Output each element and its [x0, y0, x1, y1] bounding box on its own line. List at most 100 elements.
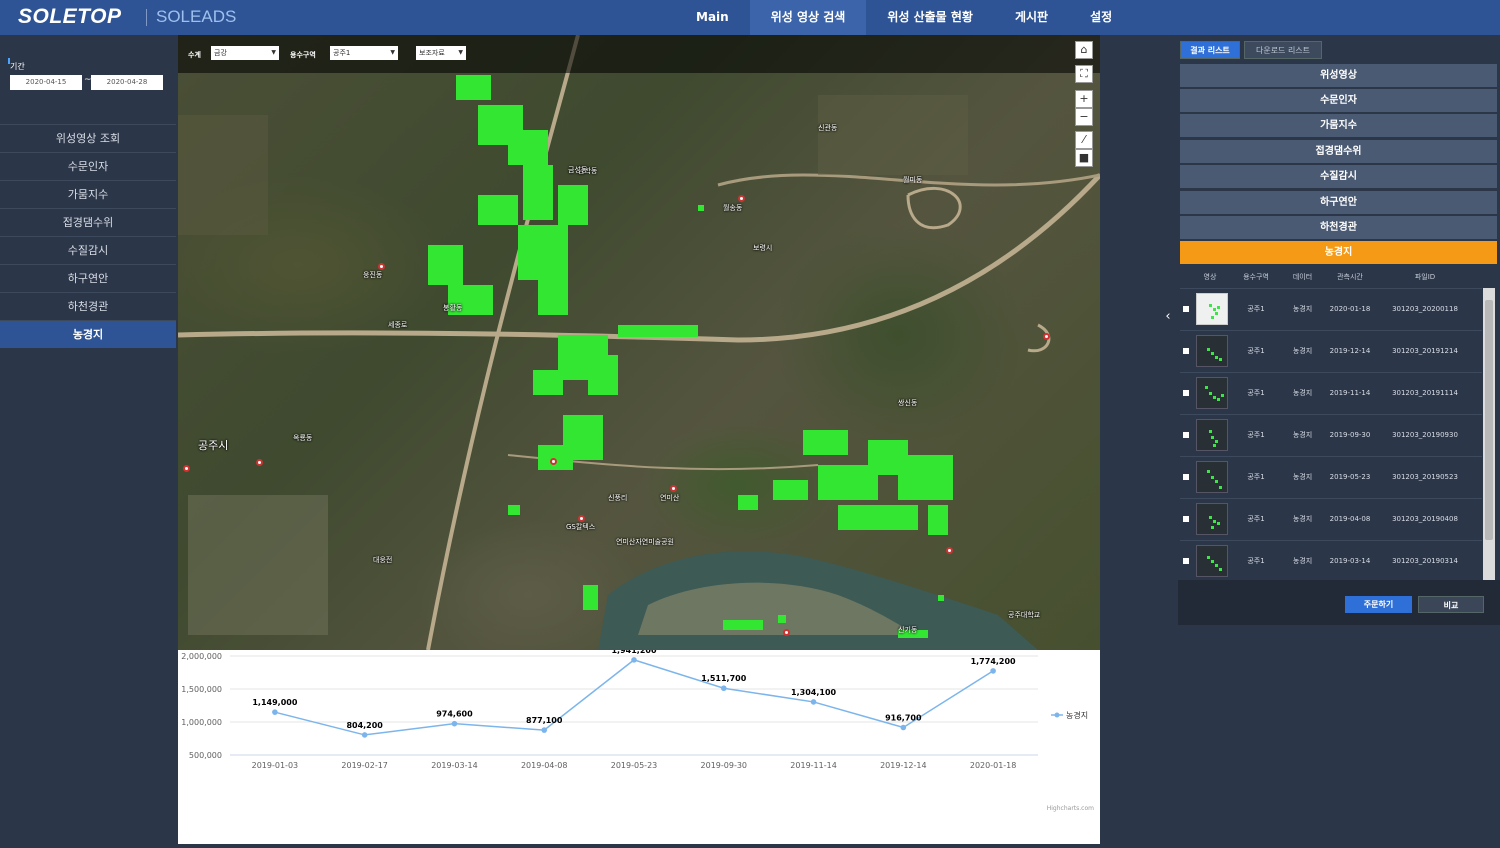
right-panel-collapse-button[interactable]: ‹	[1158, 284, 1178, 350]
sidebar-item-hydrology[interactable]: 수문인자	[0, 152, 176, 180]
map-marker[interactable]	[256, 459, 263, 466]
table-row[interactable]: 공주1 농경지 2019-12-14 301203_20191214	[1180, 330, 1482, 371]
nav-settings[interactable]: 설정	[1069, 0, 1133, 35]
table-row[interactable]: 공주1 농경지 2019-04-08 301203_20190408	[1180, 498, 1482, 539]
row-thumbnail[interactable]	[1196, 377, 1228, 409]
row-thumbnail[interactable]	[1196, 461, 1228, 493]
row-checkbox[interactable]	[1183, 558, 1189, 564]
map-marker[interactable]	[578, 515, 585, 522]
row-area: 공주1	[1247, 473, 1265, 481]
sidebar-item-estuary[interactable]: 하구연안	[0, 264, 176, 292]
row-thumbnail[interactable]	[1196, 419, 1228, 451]
tab-download-list[interactable]: 다운로드 리스트	[1244, 41, 1322, 59]
sidebar-item-farmland[interactable]: 농경지	[0, 320, 176, 348]
map-marker[interactable]	[1043, 333, 1050, 340]
map-marker[interactable]	[378, 263, 385, 270]
row-observed-date: 2019-12-14	[1329, 347, 1371, 355]
category-satellite-image[interactable]: 위성영상	[1180, 64, 1497, 87]
sidebar-item-water-quality[interactable]: 수질감시	[0, 236, 176, 264]
right-results-panel: 결과 리스트 다운로드 리스트 위성영상 수문인자 가뭄지수 접경댐수위 수질감…	[1178, 35, 1500, 844]
row-data-type: 농경지	[1292, 473, 1313, 481]
watershed-label: 수계	[188, 51, 201, 59]
data-label: 974,600	[436, 710, 473, 719]
main-nav: Main 위성 영상 검색 위성 산출물 현황 게시판 설정	[675, 0, 1133, 35]
data-point	[810, 699, 817, 705]
row-checkbox[interactable]	[1183, 306, 1189, 312]
row-file-id: 301203_20200118	[1392, 305, 1458, 313]
table-row[interactable]: 공주1 농경지 2019-05-23 301203_20190523	[1180, 456, 1482, 497]
data-point	[720, 685, 727, 692]
row-checkbox[interactable]	[1183, 516, 1189, 522]
row-checkbox[interactable]	[1183, 348, 1189, 354]
table-row[interactable]: 공주1 농경지 2019-03-14 301203_20190314	[1180, 540, 1482, 581]
tab-result-list[interactable]: 결과 리스트	[1180, 41, 1240, 59]
map-marker[interactable]	[946, 547, 953, 554]
nav-board[interactable]: 게시판	[994, 0, 1069, 35]
row-thumbnail[interactable]	[1196, 293, 1228, 325]
watershed-select[interactable]: 금강 ▼	[211, 46, 279, 60]
map-label-place: 신풍리	[608, 494, 628, 502]
fullscreen-icon[interactable]: ⛶	[1075, 65, 1093, 83]
table-row[interactable]: 공주1 농경지 2019-09-30 301203_20190930	[1180, 414, 1482, 455]
map-marker[interactable]	[183, 465, 190, 472]
scrollbar-thumb[interactable]	[1485, 300, 1493, 540]
sidebar-item-river-landscape[interactable]: 하천경관	[0, 292, 176, 320]
watershed-value: 금강	[214, 49, 227, 57]
map-label-place: 월미동	[903, 176, 923, 184]
map-label-place: GS칼텍스	[566, 523, 596, 531]
row-checkbox[interactable]	[1183, 432, 1189, 438]
sidebar-item-border-dam[interactable]: 접경댐수위	[0, 208, 176, 236]
data-point	[451, 720, 458, 727]
row-file-id: 301203_20191114	[1392, 389, 1458, 397]
measure-line-icon[interactable]: ⁄	[1075, 131, 1093, 149]
date-from-input[interactable]: 2020-04-15	[10, 75, 82, 90]
x-tick-label: 2019-11-14	[790, 761, 837, 770]
row-checkbox[interactable]	[1183, 390, 1189, 396]
map-label-place: 연미산자연미술공원	[616, 538, 674, 546]
data-label: 916,700	[885, 713, 922, 722]
nav-main[interactable]: Main	[675, 0, 750, 35]
category-border-dam[interactable]: 접경댐수위	[1180, 140, 1497, 163]
aux-data-select[interactable]: 보조자료 ▼	[416, 46, 466, 60]
map-marker[interactable]	[670, 485, 677, 492]
category-estuary[interactable]: 하구연안	[1180, 191, 1497, 214]
zoom-in-icon[interactable]: +	[1075, 90, 1093, 108]
results-scrollbar[interactable]	[1483, 288, 1495, 580]
category-hydrology[interactable]: 수문인자	[1180, 89, 1497, 112]
row-thumbnail[interactable]	[1196, 503, 1228, 535]
table-row[interactable]: 공주1 농경지 2019-11-14 301203_20191114	[1180, 372, 1482, 413]
interchange	[906, 186, 962, 230]
soletop-logo[interactable]: SOLETOP	[18, 5, 121, 29]
nav-satellite-products[interactable]: 위성 산출물 현황	[866, 0, 994, 35]
map-marker[interactable]	[738, 195, 745, 202]
header-image: 영상	[1203, 273, 1217, 281]
category-farmland[interactable]: 농경지	[1180, 241, 1497, 264]
category-water-quality[interactable]: 수질감시	[1180, 165, 1497, 188]
category-river-landscape[interactable]: 하천경관	[1180, 216, 1497, 239]
data-label: 1,774,200	[971, 657, 1016, 666]
category-drought[interactable]: 가뭄지수	[1180, 114, 1497, 137]
row-checkbox[interactable]	[1183, 474, 1189, 480]
table-row[interactable]: 공주1 농경지 2020-01-18 301203_20200118	[1180, 288, 1482, 329]
row-file-id: 301203_20190314	[1392, 557, 1458, 565]
measure-area-icon[interactable]: ■	[1075, 149, 1093, 167]
row-thumbnail[interactable]	[1196, 545, 1228, 577]
map-marker[interactable]	[550, 458, 557, 465]
sidebar-item-satellite-view[interactable]: 위성영상 조회	[0, 124, 176, 152]
map-marker[interactable]	[783, 629, 790, 636]
compare-button[interactable]: 비교	[1418, 596, 1484, 613]
order-button[interactable]: 주문하기	[1345, 596, 1412, 613]
area-select[interactable]: 공주1 ▼	[330, 46, 398, 60]
nav-satellite-search[interactable]: 위성 영상 검색	[749, 0, 867, 35]
home-icon[interactable]: ⌂	[1075, 41, 1093, 59]
header-data: 데이터	[1292, 273, 1313, 281]
sidebar-item-drought[interactable]: 가뭄지수	[0, 180, 176, 208]
map-label-place: 대웅전	[373, 556, 393, 564]
zoom-out-icon[interactable]: −	[1075, 108, 1093, 126]
map-label-place: 공주대학교	[1008, 611, 1041, 619]
date-to-input[interactable]: 2020-04-28	[91, 75, 163, 90]
data-point	[900, 724, 907, 731]
satellite-map[interactable]: 수계 금강 ▼ 용수구역 공주1 ▼ 보조자료 ▼ ⌂ ⛶ + − ⁄ ■ 신관동 금…	[178, 35, 1100, 650]
data-point	[361, 732, 368, 738]
row-thumbnail[interactable]	[1196, 335, 1228, 367]
